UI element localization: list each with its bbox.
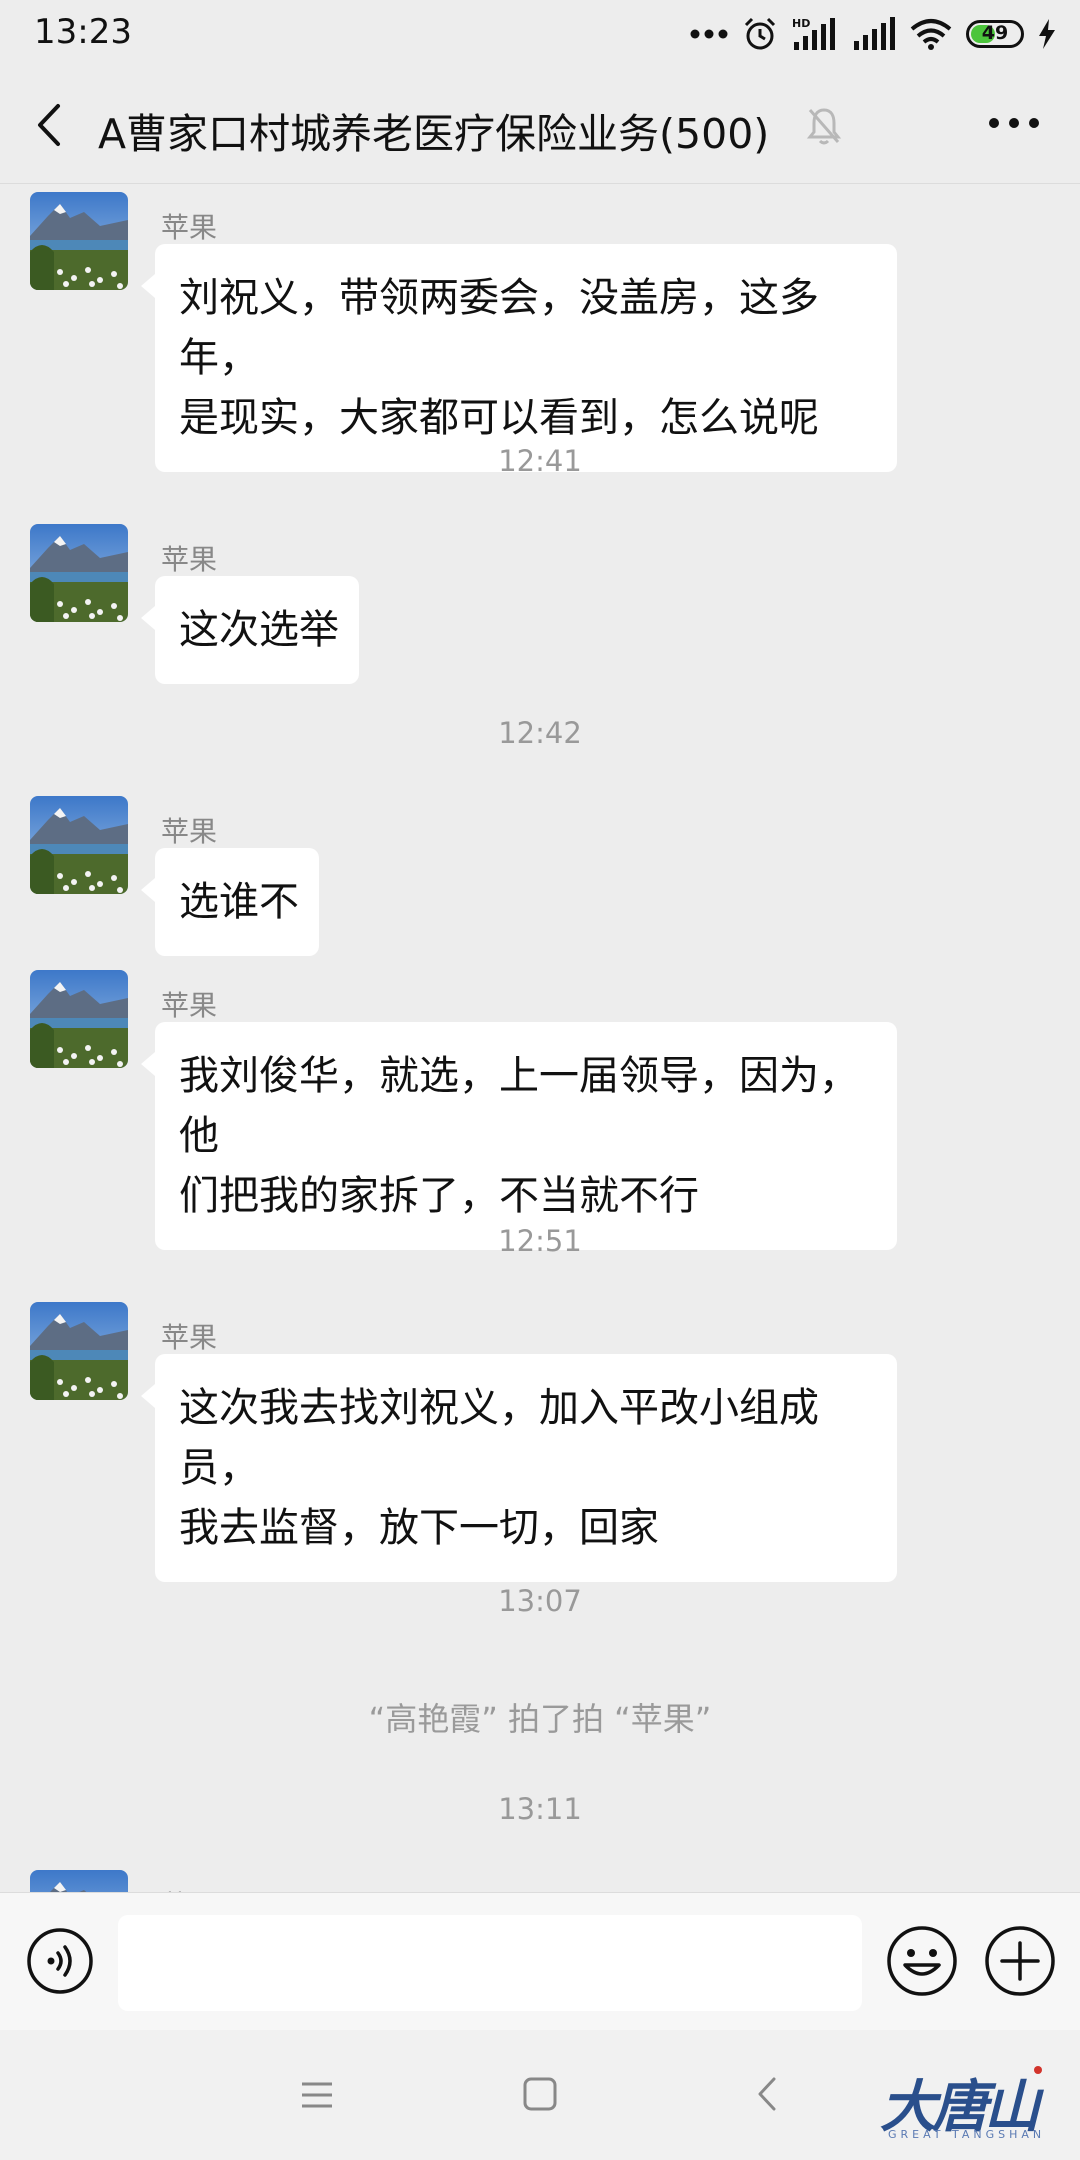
time-separator: 12:42 — [498, 716, 582, 750]
sender-name: 苹果 — [161, 1321, 218, 1354]
signal-icon — [854, 17, 895, 50]
sender-name: 苹果 — [161, 543, 218, 576]
message-text-line: 是现实，大家都可以看到，怎么说呢 — [179, 395, 819, 441]
battery-level: 49 — [981, 22, 1009, 44]
message-text-line: 刘祝义，带领两委会，没盖房，这多年， — [179, 275, 819, 381]
avatar[interactable] — [30, 1870, 128, 1892]
message-input[interactable] — [118, 1915, 862, 2011]
message-text-line: 这次我去找刘祝义，加入平改小组成员， — [179, 1385, 819, 1491]
chat-title: A曹家口村城养老医疗保险业务(500) — [98, 110, 770, 158]
message-text-line: 这次选举 — [179, 607, 339, 653]
time-separator: 12:41 — [498, 444, 582, 478]
battery-icon: 49 — [966, 20, 1024, 48]
message-text-line: 我去监督，放下一切，回家 — [179, 1505, 659, 1551]
home-icon[interactable] — [522, 2076, 558, 2112]
message-bubble[interactable]: 选谁不 — [141, 848, 319, 956]
message-text-line: 我刘俊华，就选，上一届领导，因为，他 — [179, 1053, 859, 1159]
message-bubble[interactable]: 刘祝义，带领两委会，没盖房，这多年， 是现实，大家都可以看到，怎么说呢 — [141, 244, 897, 472]
more-notifications-icon — [690, 29, 728, 39]
more-options-icon[interactable] — [988, 110, 1040, 136]
chat-header: A曹家口村城养老医疗保险业务(500) — [0, 66, 1080, 184]
time-separator: 12:51 — [498, 1224, 582, 1258]
avatar[interactable] — [30, 192, 128, 290]
watermark-dot — [1034, 2066, 1042, 2074]
avatar[interactable] — [30, 796, 128, 894]
message-bubble[interactable]: 这次我去找刘祝义，加入平改小组成员， 我去监督，放下一切，回家 — [141, 1354, 897, 1582]
alarm-icon — [744, 17, 776, 50]
voice-input-icon[interactable] — [26, 1927, 94, 1995]
message-list[interactable]: 苹果 刘祝义，带领两委会，没盖房，这多年， 是现实，大家都可以看到，怎么说呢 1… — [0, 184, 1080, 1892]
time-separator: 13:07 — [498, 1584, 582, 1618]
avatar[interactable] — [30, 970, 128, 1068]
status-time: 13:23 — [34, 12, 132, 52]
sender-name: 苹果 — [161, 211, 218, 244]
mute-bell-icon — [806, 108, 842, 145]
sender-name: 苹果 — [161, 989, 218, 1022]
charging-icon — [1039, 19, 1055, 49]
input-bar — [0, 1892, 1080, 2030]
sender-name: 苹果 — [161, 1884, 217, 1892]
message-text-line: 选谁不 — [179, 879, 299, 925]
watermark-logo: 大唐山 GREAT TANGSHAN — [876, 2062, 1046, 2152]
watermark-en: GREAT TANGSHAN — [888, 2128, 1046, 2141]
message-bubble[interactable]: 我刘俊华，就选，上一届领导，因为，他 们把我的家拆了，不当就不行 — [141, 1022, 897, 1250]
time-separator: 13:11 — [498, 1792, 582, 1826]
message-bubble[interactable]: 这次选举 — [141, 576, 359, 684]
wifi-icon — [910, 19, 952, 50]
nav-back-icon[interactable] — [756, 2076, 778, 2112]
hd-signal-icon: HD — [792, 17, 835, 50]
avatar[interactable] — [30, 1302, 128, 1400]
message-text-line: 们把我的家拆了，不当就不行 — [179, 1173, 699, 1219]
status-bar: 13:23 HD 49 — [0, 0, 1080, 66]
hd-label: HD — [792, 17, 810, 30]
status-icons: HD 49 — [690, 14, 1056, 54]
recent-apps-icon[interactable] — [300, 2078, 334, 2112]
add-attachment-icon[interactable] — [984, 1925, 1056, 1997]
pat-system-message: “高艳霞” 拍了拍 “苹果” — [368, 1700, 712, 1738]
sender-name: 苹果 — [161, 815, 218, 848]
avatar[interactable] — [30, 524, 128, 622]
back-arrow-icon[interactable] — [30, 100, 70, 150]
system-nav-bar: 大唐山 GREAT TANGSHAN — [0, 2030, 1080, 2160]
emoji-icon[interactable] — [886, 1925, 958, 1997]
